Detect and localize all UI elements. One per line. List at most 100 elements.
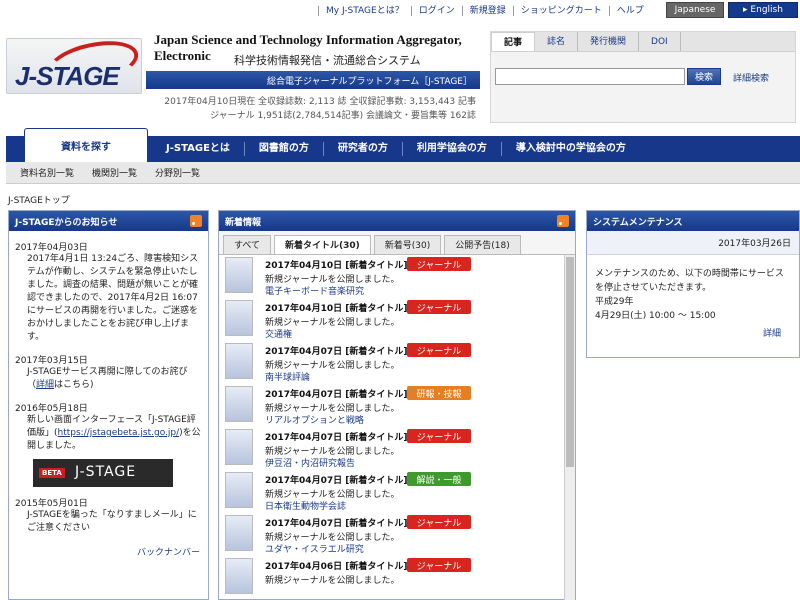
whatsnew-item-date: 2017年04月06日 [新着タイトル] xyxy=(265,562,408,572)
whatsnew-item-link[interactable]: 南半球評論 xyxy=(265,370,310,383)
whatsnew-item: 2017年04月07日 [新着タイトル] 研報・技報 新規ジャーナルを公開しました。… xyxy=(219,384,565,427)
logo-text: J-STAGE xyxy=(15,61,120,91)
notice-date: 2017年03月15日 xyxy=(15,356,88,366)
whatsnew-item-date: 2017年04月07日 [新着タイトル] xyxy=(265,519,408,529)
journal-cover-thumbnail[interactable] xyxy=(225,257,253,293)
maintenance-panel: システムメンテナンス 2017年03月26日 メンテナンスのため、以下の時間帯に… xyxy=(586,210,800,358)
search-box: 記事 誌名 発行機関 DOI 検索 詳細検索 xyxy=(490,31,796,123)
journal-cover-thumbnail[interactable] xyxy=(225,558,253,594)
top-links: My J-STAGEとは？ ログイン 新規登録 ショッピングカート ヘルプ xyxy=(318,5,651,17)
whatsnew-item-date: 2017年04月10日 [新着タイトル] xyxy=(265,261,408,271)
whatsnew-tab-new-titles[interactable]: 新着タイトル(30) xyxy=(274,235,371,254)
journal-cover-thumbnail[interactable] xyxy=(225,515,253,551)
journal-cover-thumbnail[interactable] xyxy=(225,429,253,465)
nav-item-library[interactable]: 図書館の方 xyxy=(243,142,323,156)
whatsnew-item-link[interactable]: 伊豆沼・内沼研究報告 xyxy=(265,456,355,469)
subnav-by-field[interactable]: 分野別一覧 xyxy=(155,166,200,179)
backnumber-link[interactable]: バックナンバー xyxy=(9,545,208,558)
category-badge: 解説・一般 xyxy=(407,472,471,486)
beta-banner[interactable]: BETA J-STAGE xyxy=(33,459,173,487)
rss-icon[interactable] xyxy=(190,215,202,227)
journal-cover-thumbnail[interactable] xyxy=(225,472,253,508)
whatsnew-item-date: 2017年04月07日 [新着タイトル] xyxy=(265,390,408,400)
notices-header: J-STAGEからのお知らせ xyxy=(9,211,208,231)
site-header: J-STAGE Japan Science and Technology Inf… xyxy=(6,28,480,96)
notices-title: J-STAGEからのお知らせ xyxy=(15,217,118,228)
whatsnew-item: 2017年04月06日 [新着タイトル] ジャーナル 新規ジャーナルを公開しました。 xyxy=(219,556,565,599)
notice-item: 2016年05月18日 新しい画面インターフェース「J-STAGE評価版」(ht… xyxy=(9,401,208,487)
main-nav: 資料を探す J-STAGEとは 図書館の方 研究者の方 利用学協会の方 導入検討… xyxy=(6,128,800,162)
notice-item: 2017年04月03日 2017年4月1日 13:24ごろ、障害検知システムが作… xyxy=(9,240,208,344)
advanced-search-link[interactable]: 詳細検索 xyxy=(733,71,769,84)
sub-nav: 資料名別一覧 機関別一覧 分野別一覧 xyxy=(6,162,800,184)
notice-link[interactable]: 詳細 xyxy=(36,380,54,390)
whatsnew-item-link[interactable]: ユダヤ・イスラエル研究 xyxy=(265,542,364,555)
nav-item-researcher[interactable]: 研究者の方 xyxy=(322,142,402,156)
whatsnew-scrollbar[interactable] xyxy=(564,255,575,600)
stats-line-1: 2017年04月10日現在 全収録誌数: 2,113 誌 全収録記事数: 3,1… xyxy=(164,97,476,107)
notice-date: 2015年05月01日 xyxy=(15,499,88,509)
top-link-help[interactable]: ヘルプ xyxy=(608,6,651,16)
search-tab-article[interactable]: 記事 xyxy=(491,32,536,51)
nav-item-about[interactable]: J-STAGEとは xyxy=(152,142,244,156)
whatsnew-tab-all[interactable]: すべて xyxy=(223,235,272,254)
logo[interactable]: J-STAGE xyxy=(6,33,143,94)
maintenance-title: システムメンテナンス xyxy=(593,217,683,228)
category-badge: ジャーナル xyxy=(407,257,471,271)
notice-text: 新しい画面インターフェース「J-STAGE評価版」(https://jstage… xyxy=(27,415,201,451)
whatsnew-item-link[interactable]: リアルオプションと戦略 xyxy=(265,413,364,426)
lang-japanese-button[interactable]: Japanese xyxy=(666,2,724,18)
lang-english-button[interactable]: ▸ English xyxy=(728,2,798,18)
top-link-register[interactable]: 新規登録 xyxy=(461,6,513,16)
whatsnew-tab-upcoming[interactable]: 公開予告(18) xyxy=(444,235,521,254)
whatsnew-item: 2017年04月07日 [新着タイトル] 解説・一般 新規ジャーナルを公開しました。… xyxy=(219,470,565,513)
search-tab-journal[interactable]: 誌名 xyxy=(535,32,579,51)
top-link-myjstage[interactable]: My J-STAGEとは？ xyxy=(318,6,411,16)
search-input[interactable] xyxy=(495,68,685,85)
notice-item: 2015年05月01日 J-STAGEを騙った「なりすましメール」にご注意くださ… xyxy=(9,496,208,535)
site-subtitle: 総合電子ジャーナルプラットフォーム［J-STAGE］ xyxy=(146,71,480,89)
search-tab-publisher[interactable]: 発行機関 xyxy=(578,32,640,51)
subnav-by-title[interactable]: 資料名別一覧 xyxy=(20,166,74,179)
nav-tab-search-materials[interactable]: 資料を探す xyxy=(24,128,148,162)
maintenance-header: システムメンテナンス xyxy=(587,211,799,231)
maintenance-detail-link[interactable]: 詳細 xyxy=(763,326,781,339)
whatsnew-item-link[interactable]: 電子キーボード音楽研究 xyxy=(265,284,364,297)
search-button[interactable]: 検索 xyxy=(687,68,721,85)
journal-cover-thumbnail[interactable] xyxy=(225,386,253,422)
site-stats: 2017年04月10日現在 全収録誌数: 2,113 誌 全収録記事数: 3,1… xyxy=(164,95,476,123)
nav-item-society[interactable]: 利用学協会の方 xyxy=(401,142,501,156)
nav-item-prospective[interactable]: 導入検討中の学協会の方 xyxy=(500,142,640,156)
journal-cover-thumbnail[interactable] xyxy=(225,300,253,336)
top-link-login[interactable]: ログイン xyxy=(410,6,462,16)
notice-link[interactable]: https://jstagebeta.jst.go.jp/ xyxy=(58,428,180,438)
notice-date: 2017年04月03日 xyxy=(15,243,88,253)
whatsnew-title: 新着情報 xyxy=(225,217,262,228)
notices-panel: J-STAGEからのお知らせ 2017年04月03日 2017年4月1日 13:… xyxy=(8,210,209,600)
maintenance-text: メンテナンスのため、以下の時間帯にサービスを停止させていただきます。 平成29年… xyxy=(587,255,799,323)
whatsnew-item-link[interactable]: 交通権 xyxy=(265,327,292,340)
category-badge: ジャーナル xyxy=(407,343,471,357)
maintenance-date: 2017年03月26日 xyxy=(587,231,799,255)
category-badge: 研報・技報 xyxy=(407,386,471,400)
beta-badge: BETA xyxy=(39,468,65,478)
whatsnew-item: 2017年04月10日 [新着タイトル] ジャーナル 新規ジャーナルを公開しました。… xyxy=(219,255,565,298)
search-tab-doi[interactable]: DOI xyxy=(639,32,681,51)
whatsnew-tab-new-issues[interactable]: 新着号(30) xyxy=(373,235,442,254)
notice-text: 2017年4月1日 13:24ごろ、障害検知システムが作動し、システムを緊急停止… xyxy=(27,254,199,342)
subnav-by-institution[interactable]: 機関別一覧 xyxy=(92,166,137,179)
whatsnew-item-date: 2017年04月07日 [新着タイトル] xyxy=(265,433,408,443)
journal-cover-thumbnail[interactable] xyxy=(225,343,253,379)
rss-icon[interactable] xyxy=(557,215,569,227)
top-link-cart[interactable]: ショッピングカート xyxy=(512,6,609,16)
whatsnew-item-desc: 新規ジャーナルを公開しました。 xyxy=(265,576,400,586)
whatsnew-item-link[interactable]: 日本衛生動物学会誌 xyxy=(265,499,346,512)
whatsnew-item-date: 2017年04月10日 [新着タイトル] xyxy=(265,304,408,314)
scrollbar-thumb[interactable] xyxy=(566,257,574,467)
whatsnew-list: 2017年04月10日 [新着タイトル] ジャーナル 新規ジャーナルを公開しました。… xyxy=(219,255,565,599)
category-badge: ジャーナル xyxy=(407,515,471,529)
category-badge: ジャーナル xyxy=(407,558,471,572)
whatsnew-item-date: 2017年04月07日 [新着タイトル] xyxy=(265,347,408,357)
site-japanese-title: 科学技術情報発信・流通総合システム xyxy=(234,54,421,67)
notice-date: 2016年05月18日 xyxy=(15,404,88,414)
